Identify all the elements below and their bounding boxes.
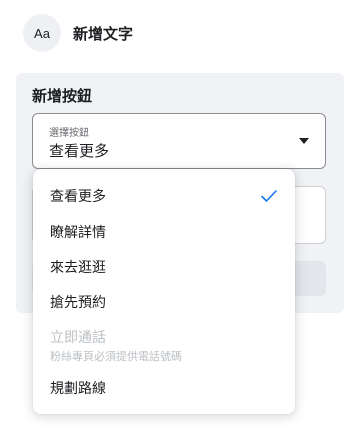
- select-caption: 選擇按鈕: [49, 128, 89, 139]
- menu-item-label: 立即通話: [50, 330, 106, 346]
- panel-title: 新增按鈕: [32, 87, 93, 105]
- menu-item-see-more[interactable]: 查看更多: [33, 175, 295, 213]
- select-value: 查看更多: [49, 142, 110, 160]
- menu-item-label: 規劃路線: [50, 381, 106, 397]
- menu-item-learn-more[interactable]: 瞭解詳情: [33, 213, 295, 248]
- menu-item-call-now: 立即通話 粉絲專頁必須提供電話號碼: [33, 318, 295, 368]
- menu-item-label: 瞭解詳情: [50, 225, 106, 241]
- menu-item-label: 來去逛逛: [50, 260, 106, 276]
- page: Aa 新增文字 新增按鈕 選擇按鈕 查看更多 查看更多 瞭解詳情 來去逛逛 搶先…: [0, 0, 357, 445]
- caret-down-icon: [299, 138, 309, 144]
- menu-item-label: 查看更多: [50, 189, 106, 205]
- menu-item-shop[interactable]: 來去逛逛: [33, 248, 295, 283]
- check-icon: [261, 190, 277, 202]
- menu-item-directions[interactable]: 規劃路線: [33, 368, 295, 406]
- menu-item-label: 搶先預約: [50, 295, 106, 311]
- text-format-icon-label: Aa: [34, 25, 50, 41]
- menu-item-hint: 粉絲專頁必須提供電話號碼: [50, 350, 182, 363]
- add-text-label: 新增文字: [73, 24, 134, 43]
- add-text-button[interactable]: Aa 新增文字: [23, 14, 133, 52]
- text-format-icon: Aa: [23, 14, 61, 52]
- button-type-select[interactable]: 選擇按鈕 查看更多: [32, 113, 326, 169]
- menu-item-reserve[interactable]: 搶先預約: [33, 283, 295, 318]
- button-type-dropdown: 查看更多 瞭解詳情 來去逛逛 搶先預約 立即通話 粉絲專頁必須提供電話號碼 規劃…: [33, 169, 295, 414]
